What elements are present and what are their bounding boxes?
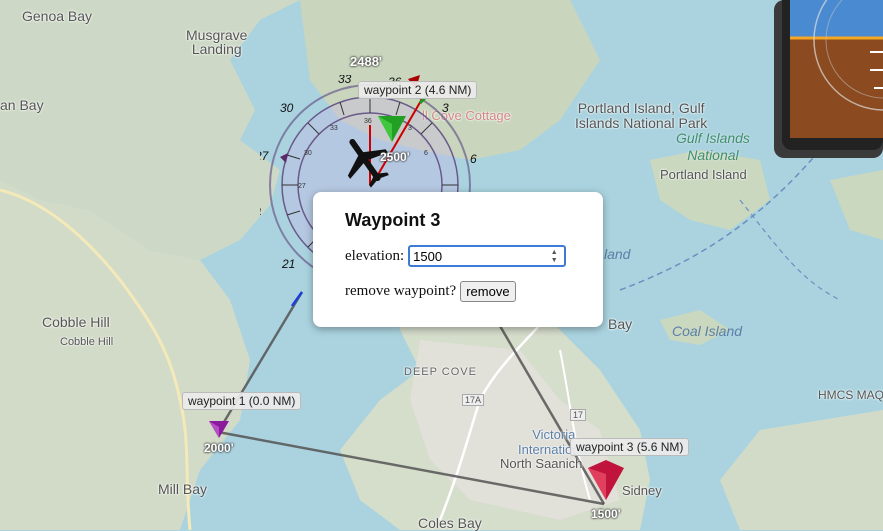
place-hmcs: HMCS MAQ [818,388,883,402]
compass-label-27: 27 [260,149,270,163]
place-portland-island: Portland Island [660,167,747,182]
compass-label-30: 30 [280,101,294,115]
spinner-down-icon[interactable]: ▼ [551,256,558,264]
place-cobble-hill: Cobble Hill [42,314,110,330]
compass-inner-3: 3 [408,125,412,132]
waypoint-3-label: waypoint 3 (5.6 NM) [570,438,690,456]
place-gulf-islands-national: Gulf Islands National [676,130,750,163]
elevation-label: elevation: [345,247,405,264]
attitude-indicator [774,0,883,158]
compass-label-6: 6 [470,152,477,166]
compass-label-3: 3 [442,101,449,115]
compass-inner-27: 27 [298,183,306,190]
remove-button[interactable]: remove [460,281,516,302]
waypoint-3-marker[interactable] [586,458,626,502]
place-island-partial: land [604,246,631,262]
compass-inner-30: 30 [304,150,312,157]
place-mill-bay: Mill Bay [158,481,208,497]
compass-inner-36: 36 [364,118,372,125]
waypoint-1-label: waypoint 1 (0.0 NM) [182,392,302,410]
waypoint-1-marker[interactable] [207,418,231,440]
waypoint-dialog: Waypoint 3 elevation: 1500 ▲ ▼ remove wa… [313,192,603,327]
place-peak-2488: 2488' [350,54,383,69]
compass-label-33: 33 [338,75,352,86]
road-shield-17: 17 [570,409,587,421]
number-spinner[interactable]: ▲ ▼ [547,247,561,265]
waypoint-3-elevation: 1500' [591,507,621,521]
waypoint-2-elevation: 2500' [380,150,410,164]
place-bay-right: Bay [608,316,633,332]
compass-label-24: 24 [260,206,262,220]
compass-label-21: 21 [281,257,295,271]
dialog-title: Waypoint 3 [345,210,441,230]
compass-inner-33: 33 [330,125,338,132]
place-cobble-hill-small: Cobble Hill [60,336,114,348]
place-portland-island-gulf: Portland Island, Gulf Islands National P… [575,100,708,131]
remove-row: remove waypoint? remove [345,281,571,302]
place-coles-bay: Coles Bay [418,515,482,531]
waypoint-2-marker[interactable] [376,112,408,144]
elevation-value[interactable]: 1500 [410,249,547,264]
place-an-bay: an Bay [0,97,44,113]
elevation-row: elevation: 1500 ▲ ▼ [345,245,571,267]
elevation-input[interactable]: 1500 ▲ ▼ [408,245,567,267]
spinner-up-icon[interactable]: ▲ [551,248,558,256]
remove-label: remove waypoint? [345,283,457,299]
waypoint-1-elevation: 2000' [204,441,234,455]
road-shield-17a: 17A [462,394,485,406]
compass-inner-6: 6 [424,150,428,157]
waypoint-2-label: waypoint 2 (4.6 NM) [358,81,478,99]
place-musgrave-landing: Musgrave Landing [186,27,248,57]
place-genoa-bay: Genoa Bay [22,8,93,24]
place-sidney: Sidney [622,483,662,498]
place-north-saanich: North Saanich [500,456,583,471]
place-deep-cove: DEEP COVE [404,366,477,378]
place-coal-island: Coal Island [672,323,743,339]
